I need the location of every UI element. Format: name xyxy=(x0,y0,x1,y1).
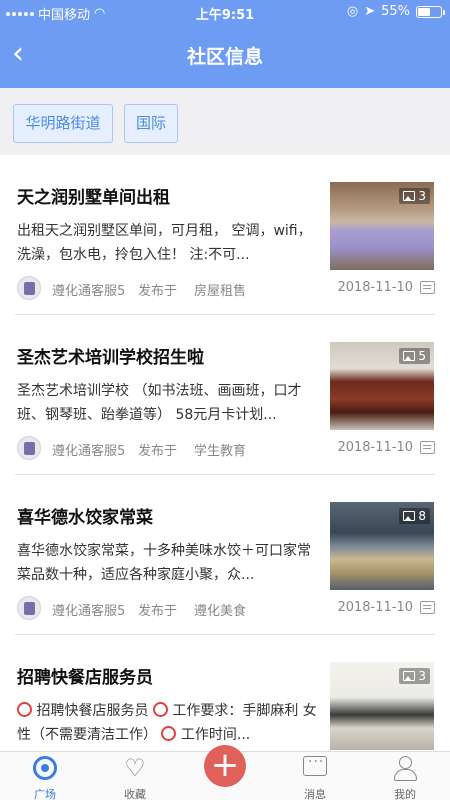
avatar xyxy=(17,276,41,300)
post-thumbnail[interactable]: 5 xyxy=(330,342,434,430)
post-description: 招聘快餐店服务员 工作要求：手脚麻利 女性（不需要清洁工作） 工作时间... xyxy=(17,699,317,747)
picture-icon xyxy=(403,671,416,681)
image-count-badge: 3 xyxy=(399,188,430,204)
nav-bar: ‹ 社区信息 xyxy=(0,24,450,88)
status-bar: 中国移动 ◠ 上午9:51 ◎ ➤ 55% xyxy=(0,0,450,24)
tag-filter-bar: 华明路街道 国际 xyxy=(0,88,450,155)
comment-icon[interactable] xyxy=(420,281,435,294)
tag-guoji[interactable]: 国际 xyxy=(124,104,178,143)
circle-icon xyxy=(152,702,168,717)
post-title: 圣杰艺术培训学校招生啦 xyxy=(17,348,204,368)
tab-label: 广场 xyxy=(34,788,56,800)
picture-icon xyxy=(403,191,416,201)
post-card[interactable]: 喜华德水饺家常菜 喜华德水饺家常菜，十多种美味水饺＋可口家常菜品数十种，适应各种… xyxy=(0,475,450,635)
post-list: 天之润别墅单间出租 出租天之润别墅区单间，可月租， 空调，wifi，洗澡，包水电… xyxy=(0,155,450,751)
image-count: 8 xyxy=(418,509,426,523)
comment-icon[interactable] xyxy=(420,601,435,614)
user-icon xyxy=(393,756,417,781)
tab-bar: 广场 ♡ 收藏 + 消息 我的 xyxy=(0,745,450,800)
image-count: 5 xyxy=(418,349,426,363)
desc-segment: 工作时间... xyxy=(180,727,251,743)
tab-plaza[interactable]: 广场 xyxy=(5,752,85,800)
page-title: 社区信息 xyxy=(186,46,263,68)
post-thumbnail[interactable]: 8 xyxy=(330,502,434,590)
avatar xyxy=(17,596,41,620)
tab-label: 消息 xyxy=(304,788,326,800)
post-card[interactable]: 招聘快餐店服务员 招聘快餐店服务员 工作要求：手脚麻利 女性（不需要清洁工作） … xyxy=(0,635,450,751)
posted-label: 发布于 xyxy=(138,604,178,619)
tab-messages[interactable]: 消息 xyxy=(275,752,355,800)
image-count-badge: 5 xyxy=(399,348,430,364)
circle-icon xyxy=(161,726,177,741)
battery-icon xyxy=(416,5,445,18)
post-thumbnail[interactable]: 3 xyxy=(330,662,434,750)
message-icon xyxy=(303,754,327,776)
tab-favorites[interactable]: ♡ 收藏 xyxy=(95,752,175,800)
image-count-badge: 8 xyxy=(399,508,430,524)
post-author: 遵化通客服5 xyxy=(52,284,126,299)
post-thumbnail[interactable]: 3 xyxy=(330,182,434,270)
tab-mine[interactable]: 我的 xyxy=(365,752,445,800)
post-card[interactable]: 天之润别墅单间出租 出租天之润别墅区单间，可月租， 空调，wifi，洗澡，包水电… xyxy=(0,155,450,315)
add-post-button[interactable]: + xyxy=(204,745,246,787)
header-bar: 中国移动 ◠ 上午9:51 ◎ ➤ 55% ‹ 社区信息 xyxy=(0,0,450,88)
circle-icon xyxy=(17,702,32,717)
post-card[interactable]: 圣杰艺术培训学校招生啦 圣杰艺术培训学校 （如书法班、画画班，口才班、钢琴班、跆… xyxy=(0,315,450,475)
post-date: 2018-11-10 xyxy=(337,440,413,455)
battery-percent: 55% xyxy=(381,4,410,19)
tab-label: 我的 xyxy=(394,788,416,800)
eye-icon xyxy=(33,756,57,780)
picture-icon xyxy=(403,511,416,521)
tab-label: 收藏 xyxy=(124,788,146,800)
post-title: 喜华德水饺家常菜 xyxy=(17,508,153,528)
posted-label: 发布于 xyxy=(138,444,178,459)
post-date: 2018-11-10 xyxy=(337,600,413,615)
post-title: 天之润别墅单间出租 xyxy=(17,188,170,208)
post-author: 遵化通客服5 xyxy=(52,444,126,459)
location-icon: ➤ xyxy=(364,4,376,19)
lock-rotation-icon: ◎ xyxy=(346,4,359,19)
image-count: 3 xyxy=(418,189,426,203)
post-category: 遵化美食 xyxy=(194,604,247,619)
post-description: 圣杰艺术培训学校 （如书法班、画画班，口才班、钢琴班、跆拳道等） 58元月卡计划… xyxy=(17,383,302,423)
post-date: 2018-11-10 xyxy=(337,280,413,295)
post-meta: 遵化通客服5 发布于 学生教育 2018-11-10 xyxy=(17,436,435,460)
heart-icon: ♡ xyxy=(124,754,146,782)
post-description: 出租天之润别墅区单间，可月租， 空调，wifi，洗澡，包水电，拎包入住！ 注:不… xyxy=(17,223,312,263)
desc-segment: 招聘快餐店服务员 xyxy=(36,703,149,719)
avatar xyxy=(17,436,41,460)
comment-icon[interactable] xyxy=(420,441,435,454)
post-category: 房屋租售 xyxy=(194,284,247,299)
image-count-badge: 3 xyxy=(399,668,430,684)
post-author: 遵化通客服5 xyxy=(52,604,126,619)
post-meta: 遵化通客服5 发布于 遵化美食 2018-11-10 xyxy=(17,596,435,620)
picture-icon xyxy=(403,351,416,361)
post-description: 喜华德水饺家常菜，十多种美味水饺＋可口家常菜品数十种，适应各种家庭小聚，众... xyxy=(17,543,311,583)
image-count: 3 xyxy=(418,669,426,683)
tag-huaminglu[interactable]: 华明路街道 xyxy=(13,104,113,143)
plus-icon: + xyxy=(210,745,240,785)
posted-label: 发布于 xyxy=(138,284,178,299)
post-title: 招聘快餐店服务员 xyxy=(17,668,153,688)
post-category: 学生教育 xyxy=(194,444,247,459)
post-meta: 遵化通客服5 发布于 房屋租售 2018-11-10 xyxy=(17,276,435,300)
